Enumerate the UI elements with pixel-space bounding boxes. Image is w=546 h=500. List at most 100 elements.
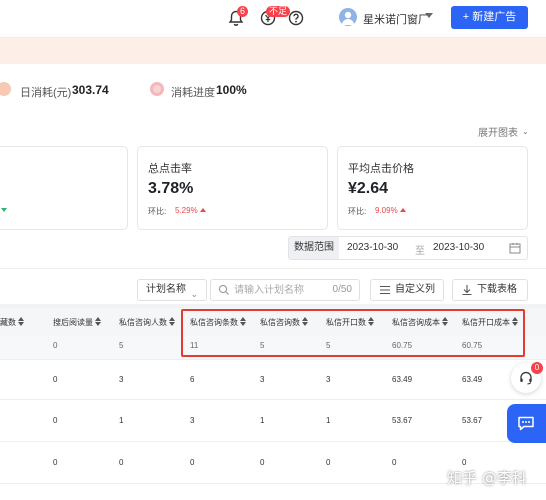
new-ad-label: 新建广告 (472, 11, 517, 23)
table-cell: 3 (119, 375, 124, 384)
date-range-picker[interactable]: 数据范围 2023-10-30 至 2023-10-30 (288, 236, 528, 260)
card-value: ¥2.64 (348, 180, 389, 197)
table-row[interactable]: 0 1 3 1 1 53.67 53.67 (0, 400, 546, 442)
download-icon (462, 285, 472, 296)
end-date[interactable]: 2023-10-30 (433, 242, 484, 253)
start-date[interactable]: 2023-10-30 (347, 242, 398, 253)
summary-cell: 11 (190, 341, 199, 350)
plan-field-select[interactable]: 计划名称 ⌄ (137, 279, 207, 301)
sort-icon (95, 317, 101, 326)
progress-label: 消耗进度 (171, 87, 215, 99)
progress-value: 100% (216, 83, 247, 97)
card-ring-label: 环比: (148, 207, 167, 216)
summary-cell: 5 (260, 341, 265, 350)
sort-icon (512, 317, 518, 326)
table-cell: 0 (260, 458, 265, 467)
table-cell: 53.67 (462, 416, 483, 425)
trend-up-icon (400, 208, 406, 212)
company-name[interactable]: 星米诺门窗厂 (363, 11, 429, 27)
column-header[interactable]: 私信咨询条数 (190, 317, 246, 328)
card-ring-value: 5.29% (175, 206, 198, 215)
column-header[interactable]: 私信咨询数 (260, 317, 308, 328)
table-cell: 0 (53, 416, 58, 425)
table-cell: 63.49 (392, 375, 413, 384)
headset-icon (520, 371, 532, 385)
daily-cost-label: 日消耗(元) (20, 87, 72, 99)
plan-select-value: 计划名称 (146, 284, 186, 295)
search-input[interactable] (234, 283, 329, 298)
table-cell: 6 (190, 375, 195, 384)
summary-cell: 5 (119, 341, 124, 350)
summary-cell: 0 (53, 341, 58, 350)
metric-card-partial[interactable] (0, 146, 128, 230)
column-header[interactable]: 私信咨询人数 (119, 317, 175, 328)
column-header[interactable]: 搜后阅读量 (53, 317, 101, 328)
sort-icon (18, 317, 24, 326)
download-table-label: 下载表格 (477, 284, 517, 295)
table-cell: 3 (326, 375, 331, 384)
avatar[interactable] (339, 8, 357, 26)
column-header[interactable]: 私信开口数 (326, 317, 374, 328)
chevron-down-icon[interactable] (425, 13, 433, 18)
table-cell: 3 (190, 416, 195, 425)
column-header[interactable]: 记藏数 (0, 317, 24, 328)
sort-icon (240, 317, 246, 326)
custom-columns-button[interactable]: 自定义列 (370, 279, 444, 301)
table-cell: 0 (53, 375, 58, 384)
sort-icon (368, 317, 374, 326)
expand-chart-link[interactable]: 展开图表 (478, 124, 518, 139)
card-ring-value: 9.09% (375, 206, 398, 215)
table-cell: 0 (462, 458, 467, 467)
notification-badge: 6 (237, 6, 249, 17)
trend-down-icon (1, 208, 7, 212)
search-icon (218, 284, 229, 295)
summary-cell: 60.75 (392, 341, 413, 350)
list-settings-icon (380, 285, 390, 295)
metric-card-cpc[interactable]: 平均点击价格 ¥2.64 环比: 9.09% (337, 146, 528, 230)
chevron-down-icon[interactable]: ⌄ (522, 127, 529, 136)
summary-row: 0 5 11 5 5 60.75 60.75 (0, 336, 546, 360)
download-table-button[interactable]: 下载表格 (452, 279, 528, 301)
custom-columns-label: 自定义列 (395, 284, 435, 295)
table-cell: 1 (326, 416, 331, 425)
date-range-label: 数据范围 (289, 237, 339, 259)
support-badge: 0 (531, 362, 543, 374)
card-title: 平均点击价格 (348, 163, 414, 175)
calendar-icon[interactable] (509, 242, 521, 254)
top-bar: 6 不足 星米诺门窗厂 + 新建广告 (0, 0, 546, 38)
table-cell: 1 (119, 416, 124, 425)
sort-icon (442, 317, 448, 326)
notice-banner (0, 38, 546, 64)
table-cell: 0 (392, 458, 397, 467)
sort-icon (169, 317, 175, 326)
help-icon[interactable] (287, 9, 305, 27)
table-cell: 0 (53, 458, 58, 467)
column-header[interactable]: 私信咨询成本 (392, 317, 448, 328)
plus-icon: + (462, 11, 473, 23)
new-ad-button[interactable]: + 新建广告 (451, 6, 528, 29)
trend-up-icon (200, 208, 206, 212)
table-row[interactable]: 0 3 6 3 3 63.49 63.49 (0, 360, 546, 400)
table-cell: 63.49 (462, 375, 483, 384)
date-separator: 至 (415, 246, 425, 257)
table-cell: 0 (119, 458, 124, 467)
card-value: 3.78% (148, 180, 194, 197)
chat-button[interactable] (507, 404, 546, 443)
table-cell: 0 (190, 458, 195, 467)
card-title: 总点击率 (148, 163, 192, 175)
search-char-count: 0/50 (332, 284, 352, 295)
table-cell: 0 (326, 458, 331, 467)
column-header[interactable]: 私信开口成本 (462, 317, 518, 328)
table-cell: 1 (260, 416, 265, 425)
summary-cell: 5 (326, 341, 331, 350)
chevron-down-icon: ⌄ (190, 289, 198, 299)
watermark: 知乎 @李科 (447, 469, 527, 487)
summary-cell: 60.75 (462, 341, 483, 350)
table-cell: 3 (260, 375, 265, 384)
sort-icon (302, 317, 308, 326)
table-cell: 53.67 (392, 416, 413, 425)
card-ring-label: 环比: (348, 207, 367, 216)
daily-cost-value: 303.74 (72, 83, 109, 97)
metric-card-ctr[interactable]: 总点击率 3.78% 环比: 5.29% (137, 146, 328, 230)
plan-search[interactable]: 0/50 (210, 279, 360, 301)
